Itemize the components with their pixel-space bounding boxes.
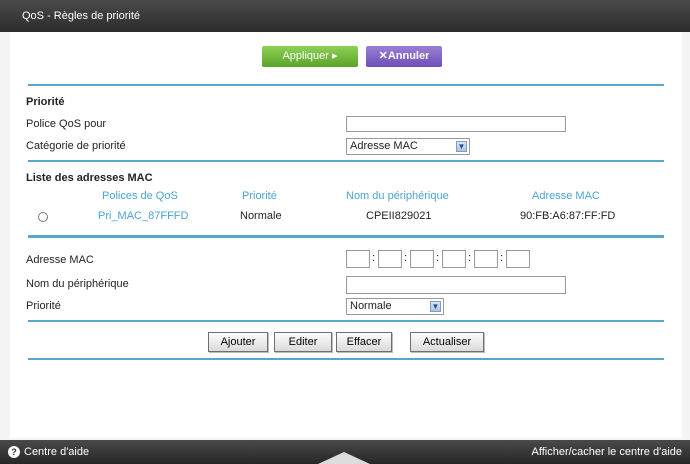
main-panel: Appliquer ▸ ✕Annuler Priorité Police QoS…: [10, 32, 682, 438]
chevron-down-icon: ▼: [430, 301, 441, 312]
row-mac: 90:FB:A6:87:FF:FD: [520, 210, 616, 222]
mac-separator: :: [404, 252, 408, 264]
chevron-down-icon: ▼: [456, 141, 467, 152]
separator-form: [28, 235, 664, 238]
toggle-help-center-link[interactable]: Afficher/cacher le centre d'aide: [532, 446, 682, 458]
device-name-input[interactable]: [346, 276, 566, 294]
cancel-button[interactable]: ✕Annuler: [366, 46, 442, 67]
footer-bar: ? Centre d'aide Afficher/cacher le centr…: [0, 440, 690, 464]
mac-octet-4[interactable]: [442, 250, 466, 268]
mac-octet-5[interactable]: [474, 250, 498, 268]
priority-select[interactable]: Normale ▼: [346, 298, 444, 315]
column-header-policies: Polices de QoS: [102, 190, 178, 202]
mac-separator: :: [436, 252, 440, 264]
row-device: CPEII829021: [366, 210, 432, 222]
column-header-mac: Adresse MAC: [532, 190, 600, 202]
separator-bottom: [28, 358, 664, 360]
edit-button[interactable]: Editer: [274, 332, 332, 352]
mac-list-heading: Liste des adresses MAC: [26, 172, 153, 184]
device-name-label: Nom du périphérique: [26, 278, 129, 290]
row-policy: Pri_MAC_87FFFD: [98, 210, 189, 222]
mac-separator: :: [468, 252, 472, 264]
apply-button[interactable]: Appliquer ▸: [262, 46, 358, 67]
separator-actions: [28, 320, 664, 322]
column-header-priority: Priorité: [242, 190, 277, 202]
mac-octet-2[interactable]: [378, 250, 402, 268]
qos-policy-label: Police QoS pour: [26, 118, 107, 130]
mac-octet-6[interactable]: [506, 250, 530, 268]
help-icon[interactable]: ?: [8, 446, 20, 458]
add-button[interactable]: Ajouter: [208, 332, 268, 352]
mac-separator: :: [372, 252, 376, 264]
mac-address-label: Adresse MAC: [26, 254, 94, 266]
window-title: QoS - Règles de priorité: [22, 10, 140, 22]
category-select[interactable]: Adresse MAC ▼: [346, 138, 470, 155]
mac-octet-3[interactable]: [410, 250, 434, 268]
mac-separator: :: [500, 252, 504, 264]
mac-octet-1[interactable]: [346, 250, 370, 268]
separator-mac-list: [28, 160, 664, 162]
title-bar: QoS - Règles de priorité: [0, 0, 690, 32]
row-priority: Normale: [240, 210, 282, 222]
column-header-device: Nom du périphérique: [346, 190, 449, 202]
help-center-link[interactable]: Centre d'aide: [24, 446, 89, 458]
category-label: Catégorie de priorité: [26, 140, 126, 152]
refresh-button[interactable]: Actualiser: [410, 332, 484, 352]
expand-help-icon[interactable]: [318, 452, 370, 464]
form-priority-label: Priorité: [26, 300, 61, 312]
qos-policy-input[interactable]: [346, 116, 566, 132]
priority-select-value: Normale: [350, 300, 392, 312]
priority-heading: Priorité: [26, 96, 65, 108]
category-select-value: Adresse MAC: [350, 140, 418, 152]
separator-top: [28, 84, 664, 86]
row-select-radio[interactable]: [38, 212, 48, 222]
delete-button[interactable]: Effacer: [336, 332, 392, 352]
